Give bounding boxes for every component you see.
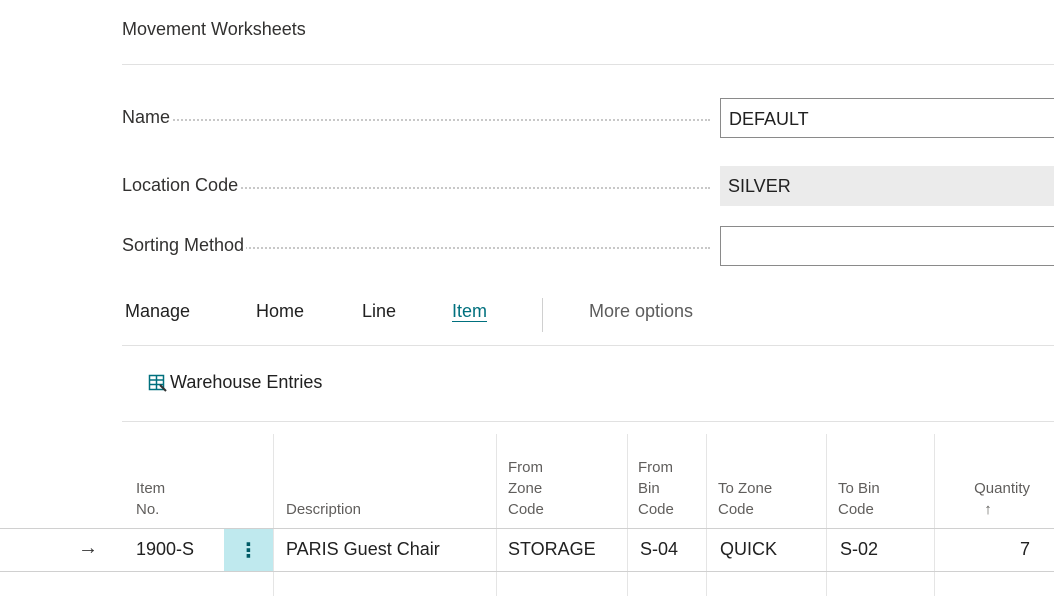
sub-action-divider bbox=[122, 421, 1054, 422]
title-divider bbox=[122, 64, 1054, 65]
cell-item-no[interactable]: 1900-S bbox=[136, 529, 194, 571]
column-header-from-zone-code[interactable]: From Zone Code bbox=[508, 434, 544, 528]
cell-to-bin-code[interactable]: S-02 bbox=[840, 529, 878, 571]
action-separator bbox=[542, 298, 543, 332]
cell-to-zone-code[interactable]: QUICK bbox=[720, 529, 777, 571]
sort-ascending-icon: ↑ bbox=[984, 501, 992, 518]
name-input[interactable]: DEFAULT bbox=[720, 98, 1054, 138]
more-options-button[interactable]: More options bbox=[589, 301, 693, 322]
location-code-field-row: Location Code SILVER bbox=[122, 166, 1054, 206]
warehouse-entries-label: Warehouse Entries bbox=[170, 372, 323, 392]
warehouse-entries-button[interactable]: Warehouse Entries bbox=[148, 372, 322, 393]
cell-description[interactable]: PARIS Guest Chair bbox=[286, 529, 440, 571]
location-code-label: Location Code bbox=[122, 175, 241, 196]
column-header-from-bin-code[interactable]: From Bin Code bbox=[638, 434, 674, 528]
column-header-to-bin-code[interactable]: To Bin Code bbox=[838, 434, 880, 528]
column-header-item-no[interactable]: Item No. bbox=[136, 434, 165, 528]
name-field-row: Name DEFAULT bbox=[122, 98, 1054, 138]
tab-manage[interactable]: Manage bbox=[125, 301, 190, 322]
table-row[interactable]: → 1900-S ⋮ PARIS Guest Chair STORAGE S-0… bbox=[0, 528, 1054, 572]
sorting-method-label: Sorting Method bbox=[122, 235, 247, 256]
tab-home[interactable]: Home bbox=[256, 301, 304, 322]
current-row-arrow-icon: → bbox=[78, 537, 98, 559]
name-label: Name bbox=[122, 107, 173, 128]
sorting-method-field-row: Sorting Method bbox=[122, 226, 1054, 266]
row-actions-menu-icon[interactable]: ⋮ bbox=[224, 529, 273, 571]
column-header-to-zone-code[interactable]: To Zone Code bbox=[718, 434, 772, 528]
ledger-entries-icon bbox=[148, 373, 168, 393]
name-leader-dots bbox=[122, 119, 710, 121]
tab-line[interactable]: Line bbox=[362, 301, 396, 322]
cell-from-bin-code[interactable]: S-04 bbox=[640, 529, 678, 571]
column-header-quantity[interactable]: Quantity ↑ bbox=[946, 434, 1030, 528]
action-bar: Manage Home Line Item More options bbox=[122, 298, 1054, 332]
page-title: Movement Worksheets bbox=[122, 19, 306, 39]
location-code-value: SILVER bbox=[720, 166, 1054, 206]
tab-item[interactable]: Item bbox=[452, 301, 487, 322]
cell-quantity[interactable]: 7 bbox=[946, 529, 1030, 571]
action-bar-divider bbox=[122, 345, 1054, 346]
sorting-method-select[interactable] bbox=[720, 226, 1054, 266]
cell-from-zone-code[interactable]: STORAGE bbox=[508, 529, 596, 571]
column-header-description[interactable]: Description bbox=[286, 434, 361, 528]
